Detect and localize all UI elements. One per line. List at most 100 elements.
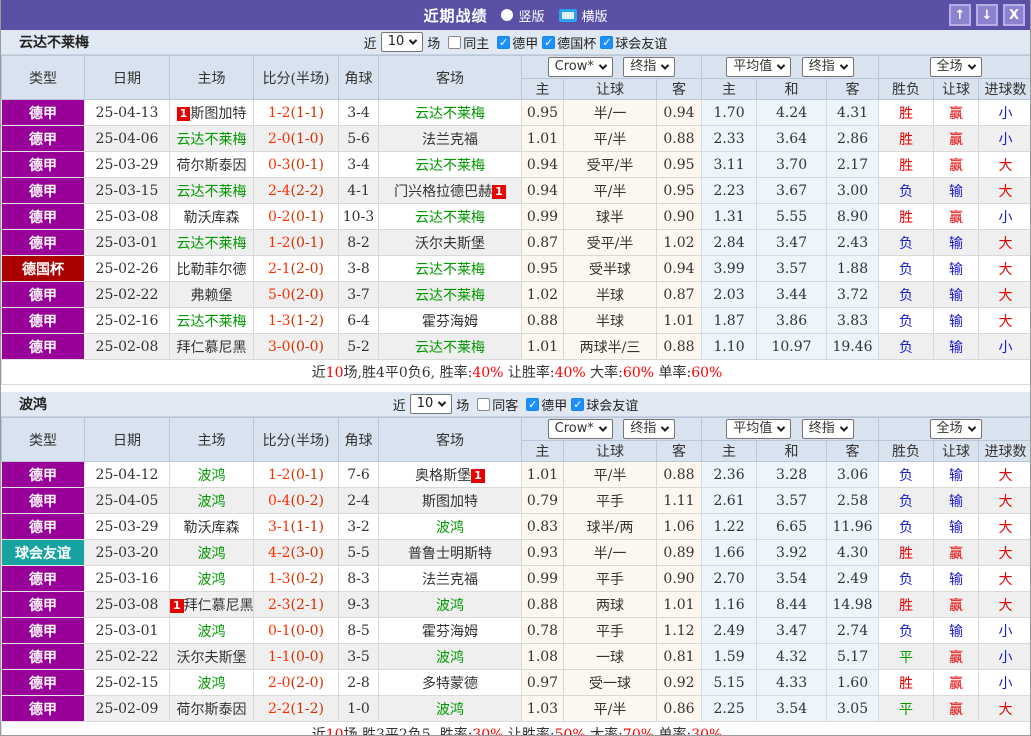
match-row: 球会友谊 25-03-20 波鸿 4-2(3-0) 5-5 普鲁士明斯特 0.93 半/一 0.… [1, 539, 1030, 566]
sub-header-avg-away: 客 [826, 78, 880, 100]
away-odds-cell: 1.01 [655, 307, 703, 334]
sub-header-avg-home: 主 [701, 440, 758, 462]
match-count-select[interactable]: 10 [409, 394, 453, 414]
goals-result-cell: 大 [978, 513, 1030, 540]
team-name: 云达不莱梅 [19, 35, 89, 51]
summary-stat-value: 50% [554, 727, 586, 736]
avg-draw-cell: 4.32 [756, 643, 828, 670]
team-label: 云达不莱梅 [176, 183, 247, 200]
home-team-cell: 拜仁慕尼黑 [169, 333, 254, 360]
match-date-cell: 25-02-22 [84, 281, 170, 308]
summary-stat-value: 10 [325, 365, 344, 381]
full-score: 0-3 [267, 156, 291, 173]
bookmaker-select[interactable]: Crow* [547, 57, 613, 77]
home-odds-cell: 0.94 [521, 151, 564, 178]
league-type-cell: 德甲 [1, 695, 85, 722]
score-cell: 3-0(0-0) [253, 333, 339, 360]
match-row: 德甲 25-03-08 1 拜仁慕尼黑 2-3(2-1) 9-3 波鸿 0.88 两球 1.01 1… [1, 591, 1030, 618]
summary-stat-value: 30% [691, 727, 723, 736]
handicap-cell: 两球半/三 [563, 333, 657, 360]
result-cell: 胜 [878, 99, 935, 126]
full-match-select[interactable]: 全场 [929, 57, 982, 77]
league-checkbox[interactable]: 球会友谊 [571, 395, 638, 414]
match-count-select[interactable]: 10 [380, 32, 424, 52]
team-label: 拜仁慕尼黑 [183, 597, 254, 614]
scroll-up-button[interactable]: ↑ [949, 4, 971, 26]
avg-home-cell: 2.36 [701, 461, 758, 488]
team-label: 云达不莱梅 [176, 313, 247, 330]
handicap-result-cell: 输 [933, 487, 980, 514]
full-score: 5-0 [267, 286, 291, 303]
sub-header-away-odds: 客 [655, 78, 703, 100]
avg-home-cell: 1.10 [701, 333, 758, 360]
avg-away-cell: 3.05 [826, 695, 880, 722]
goals-result-cell: 小 [978, 99, 1030, 126]
handicap-result-cell: 输 [933, 229, 980, 256]
full-score: 1-3 [267, 570, 291, 587]
league-checkbox[interactable]: 德甲 [497, 33, 538, 52]
final-odds-select[interactable]: 终指 [623, 57, 676, 77]
bookmaker-select[interactable]: Crow* [547, 419, 613, 439]
average-select[interactable]: 平均值 [726, 419, 792, 439]
chevron-down-icon [839, 422, 849, 432]
league-checkbox[interactable]: 德国杯 [542, 33, 596, 52]
league-checkbox-label: 德甲 [512, 36, 539, 52]
near-label: 近 [363, 36, 377, 52]
sub-header-goals: 进球数 [978, 440, 1030, 462]
handicap-cell: 平/半 [563, 695, 657, 722]
full-match-select[interactable]: 全场 [929, 419, 982, 439]
home-team-cell: 荷尔斯泰因 [169, 151, 254, 178]
handicap-result-cell: 输 [933, 333, 980, 360]
away-odds-cell: 0.92 [655, 669, 703, 696]
corner-cell: 5-5 [338, 539, 379, 566]
avg-away-cell: 2.86 [826, 125, 880, 152]
home-odds-cell: 0.99 [521, 203, 564, 230]
close-button[interactable]: X [1003, 4, 1025, 26]
home-odds-cell: 1.08 [521, 643, 564, 670]
home-odds-cell: 0.95 [521, 255, 564, 282]
league-checkbox[interactable]: 球会友谊 [600, 33, 667, 52]
final-average-select[interactable]: 终指 [801, 57, 854, 77]
home-team-cell: 云达不莱梅 [169, 229, 254, 256]
sub-header-result: 胜负 [878, 440, 935, 462]
score-cell: 3-1(1-1) [253, 513, 339, 540]
same-away-checkbox[interactable]: 同客 [477, 395, 518, 414]
handicap-result-cell: 赢 [933, 669, 980, 696]
radio-vertical-layout[interactable]: 竖版 [501, 6, 545, 25]
avg-away-cell: 3.72 [826, 281, 880, 308]
radio-horizontal-layout[interactable]: 横版 [558, 6, 608, 25]
home-odds-cell: 0.95 [521, 99, 564, 126]
home-team-cell: 云达不莱梅 [169, 307, 254, 334]
avg-home-cell: 1.16 [701, 591, 758, 618]
result-cell: 负 [878, 487, 935, 514]
final-average-select[interactable]: 终指 [801, 419, 854, 439]
half-score: (2-0) [290, 674, 324, 691]
away-team-cell: 波鸿 [378, 643, 522, 670]
handicap-result-cell: 输 [933, 281, 980, 308]
away-team-cell: 奥格斯堡 1 [378, 461, 522, 488]
corner-cell: 3-7 [338, 281, 379, 308]
full-score: 3-0 [267, 338, 291, 355]
handicap-cell: 平手 [563, 565, 657, 592]
sub-header-handicap-result: 让球 [933, 440, 980, 462]
corner-cell: 2-8 [338, 669, 379, 696]
corner-cell: 10-3 [338, 203, 379, 230]
average-select[interactable]: 平均值 [726, 57, 792, 77]
sub-header-avg-away: 客 [826, 440, 880, 462]
final-odds-select[interactable]: 终指 [623, 419, 676, 439]
team-label: 波鸿 [197, 571, 226, 588]
match-date-cell: 25-03-08 [84, 591, 170, 618]
away-team-cell: 云达不莱梅 [378, 99, 522, 126]
avg-away-cell: 4.30 [826, 539, 880, 566]
avg-draw-cell: 4.24 [756, 99, 828, 126]
away-odds-cell: 1.11 [655, 487, 703, 514]
home-team-cell: 波鸿 [169, 565, 254, 592]
result-cell: 平 [878, 695, 935, 722]
avg-away-cell: 3.00 [826, 177, 880, 204]
home-odds-cell: 1.01 [521, 333, 564, 360]
scroll-down-button[interactable]: ↓ [976, 4, 998, 26]
same-home-checkbox[interactable]: 同主 [448, 33, 489, 52]
filter-bar-werder: 云达不莱梅 近 10 场 同主 德甲 德国杯 球会友谊 [1, 30, 1030, 55]
handicap-result-cell: 赢 [933, 99, 980, 126]
league-checkbox[interactable]: 德甲 [526, 395, 567, 414]
